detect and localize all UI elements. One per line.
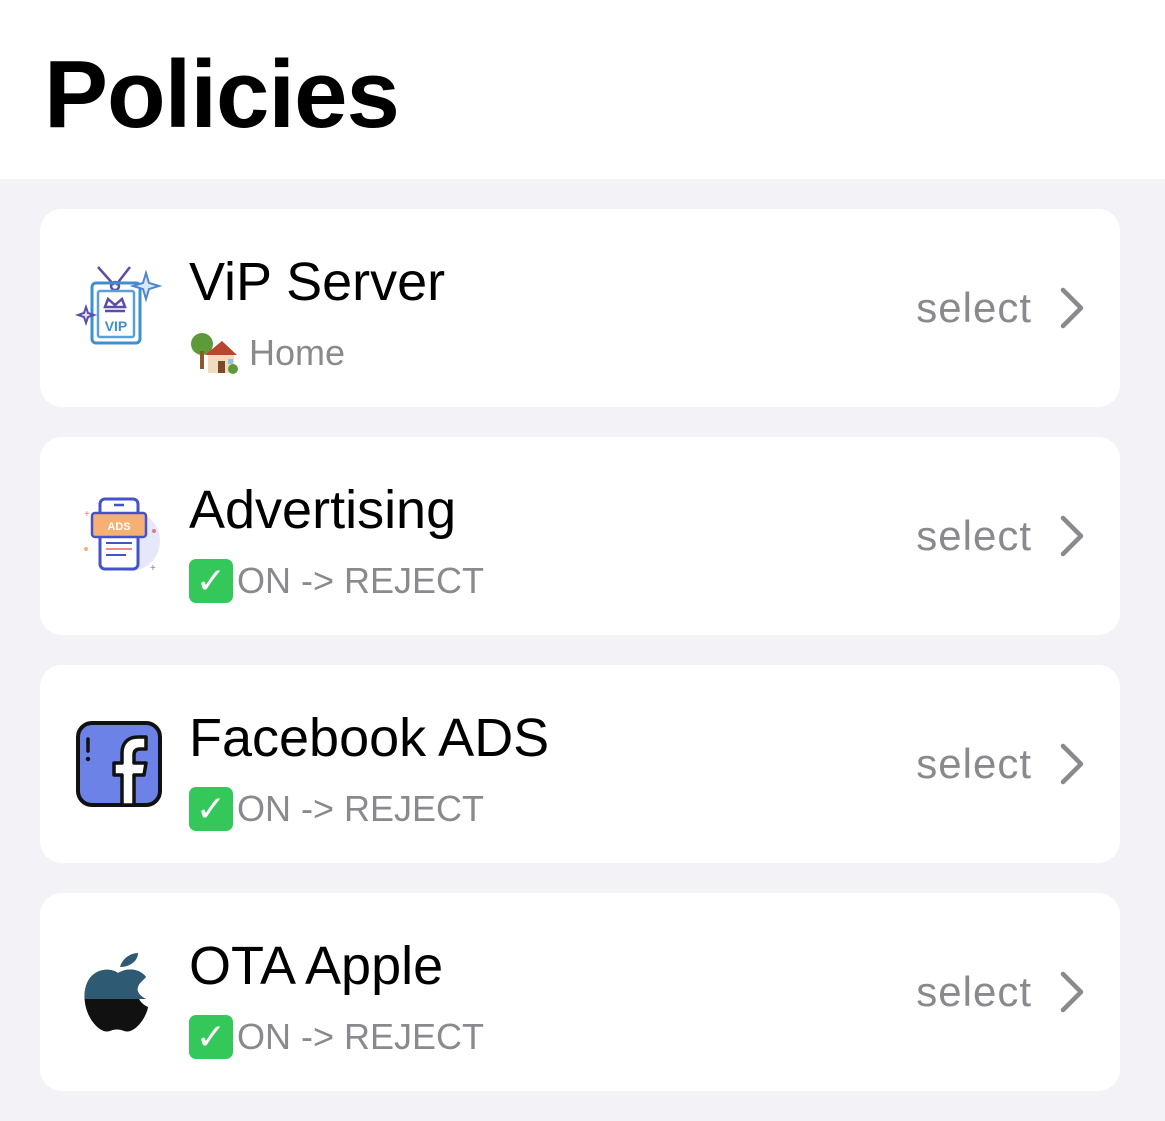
policy-row-advertising[interactable]: ADS + + Advertising ✓ ON -> REJECT selec… — [40, 437, 1120, 635]
chevron-right-icon — [1060, 287, 1084, 329]
policy-row-ota-apple[interactable]: OTA Apple ✓ ON -> REJECT select — [40, 893, 1120, 1091]
policy-name: ViP Server — [189, 252, 446, 312]
ads-phone-icon: ADS + + — [74, 491, 164, 581]
policy-name: Advertising — [189, 480, 457, 540]
policy-row-facebook-ads[interactable]: Facebook ADS ✓ ON -> REJECT select — [40, 665, 1120, 863]
select-button[interactable]: select — [916, 281, 1086, 335]
svg-text:+: + — [84, 509, 90, 520]
policy-status-text: Home — [249, 332, 346, 373]
check-mark-button-icon: ✓ — [189, 1015, 233, 1059]
policy-status: ✓ ON -> REJECT — [189, 1015, 484, 1059]
select-label: select — [916, 740, 1032, 787]
select-label: select — [916, 968, 1032, 1015]
select-button[interactable]: select — [916, 737, 1086, 791]
policy-list: VIP ViP Server Home select ADS + + Adver… — [40, 209, 1120, 1121]
policy-status: ✓ ON -> REJECT — [189, 787, 484, 831]
select-button[interactable]: select — [916, 509, 1086, 563]
chevron-right-icon — [1060, 743, 1084, 785]
vip-ticket-icon: VIP — [74, 263, 164, 353]
policy-name: OTA Apple — [189, 936, 444, 996]
facebook-icon — [74, 719, 164, 809]
select-button[interactable]: select — [916, 965, 1086, 1019]
select-label: select — [916, 512, 1032, 559]
policy-status: Home — [189, 331, 345, 375]
header: Policies — [0, 0, 1165, 179]
house-with-garden-icon — [189, 331, 239, 375]
policy-name: Facebook ADS — [189, 708, 550, 768]
check-mark-button-icon: ✓ — [189, 787, 233, 831]
policy-status: ✓ ON -> REJECT — [189, 559, 484, 603]
apple-logo-icon — [74, 947, 164, 1037]
chevron-right-icon — [1060, 971, 1084, 1013]
check-mark-button-icon: ✓ — [189, 559, 233, 603]
policy-status-text: ON -> REJECT — [237, 788, 485, 829]
svg-text:ADS: ADS — [107, 521, 130, 533]
policy-row-vip-server[interactable]: VIP ViP Server Home select — [40, 209, 1120, 407]
policy-status-text: ON -> REJECT — [237, 1016, 485, 1057]
chevron-right-icon — [1060, 515, 1084, 557]
svg-text:+: + — [150, 563, 156, 574]
svg-text:VIP: VIP — [105, 318, 128, 334]
select-label: select — [916, 284, 1032, 331]
page-title: Policies — [44, 41, 400, 148]
policy-status-text: ON -> REJECT — [237, 560, 485, 601]
